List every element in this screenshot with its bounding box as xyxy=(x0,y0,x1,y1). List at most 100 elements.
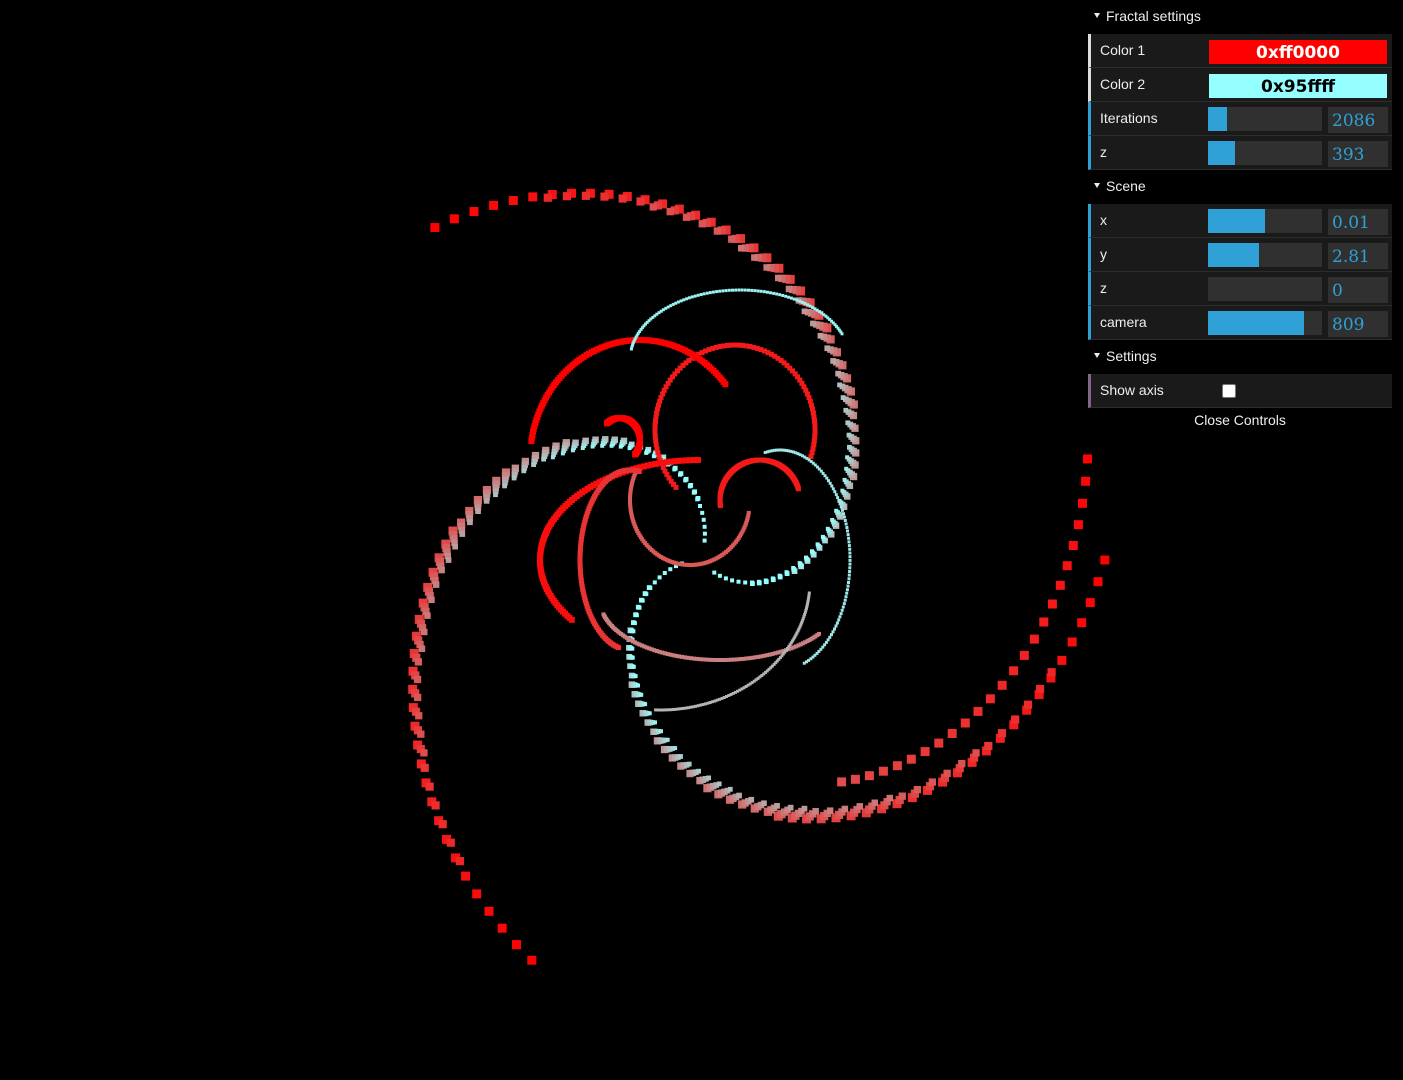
fractal-point xyxy=(817,332,824,339)
fractal-point xyxy=(679,299,683,303)
fractal-point xyxy=(972,749,980,757)
fractal-point xyxy=(756,579,761,584)
control-label: x xyxy=(1100,212,1107,228)
fractal-point xyxy=(1009,666,1019,676)
fractal-point xyxy=(483,498,490,504)
fractal-point xyxy=(837,499,841,503)
fractal-point xyxy=(845,591,849,595)
fractal-point xyxy=(848,566,852,570)
fractal-point xyxy=(812,808,819,815)
fractal-point xyxy=(848,555,852,559)
fractal-point xyxy=(892,761,902,771)
fractal-point xyxy=(418,645,426,652)
fractal-point xyxy=(847,573,851,577)
fractal-point xyxy=(695,457,701,463)
fractal-point xyxy=(636,197,645,206)
scene-x-input[interactable]: 0.01 xyxy=(1328,209,1388,235)
fractal-point xyxy=(431,801,440,810)
fractal-point xyxy=(1029,634,1039,644)
fractal-point xyxy=(1036,684,1045,694)
fractal-point xyxy=(528,192,538,202)
fractal-z-input[interactable]: 393 xyxy=(1328,141,1388,167)
fractal-point xyxy=(699,293,703,296)
fractal-point xyxy=(840,395,846,400)
fractal-point xyxy=(425,782,434,791)
camera-slider[interactable] xyxy=(1208,311,1322,335)
fractal-point xyxy=(958,760,966,768)
fractal-point xyxy=(687,484,692,489)
fractal-point xyxy=(837,382,842,388)
fractal-point xyxy=(842,512,845,516)
fractal-point xyxy=(848,570,852,573)
fractal-point xyxy=(850,774,860,784)
folder-scene[interactable]: Scene xyxy=(1088,170,1392,204)
fractal-point xyxy=(634,613,639,618)
fractal-point xyxy=(787,804,794,811)
fractal-point xyxy=(847,581,850,584)
fractal-point xyxy=(497,923,507,933)
color2-swatch[interactable]: 0x95ffff xyxy=(1208,73,1388,99)
fractal-point xyxy=(848,551,852,555)
fractal-point xyxy=(662,571,667,575)
fractal-point xyxy=(763,264,770,271)
fractal-point xyxy=(417,730,425,738)
fractal-point xyxy=(630,655,635,660)
fractal-point xyxy=(421,628,428,636)
fractal-point xyxy=(878,766,888,776)
fractal-point xyxy=(1100,555,1110,565)
slider-fill xyxy=(1208,243,1260,267)
fractal-point xyxy=(1093,577,1103,587)
fractal-point xyxy=(580,446,585,450)
fractal-point xyxy=(842,515,846,519)
fractal-point xyxy=(1073,520,1083,530)
fractal-point xyxy=(871,799,878,806)
iterations-slider[interactable] xyxy=(1208,107,1322,131)
fractal-point xyxy=(826,807,834,814)
scene-x-slider[interactable] xyxy=(1208,209,1322,233)
fractal-point xyxy=(721,289,725,293)
color1-swatch[interactable]: 0xff0000 xyxy=(1208,39,1388,65)
fractal-point xyxy=(756,289,760,293)
show-axis-checkbox[interactable] xyxy=(1222,384,1236,398)
camera-input[interactable]: 809 xyxy=(1328,311,1388,337)
scene-y-slider[interactable] xyxy=(1208,243,1322,267)
fractal-point xyxy=(750,288,754,292)
folder-fractal-settings[interactable]: Fractal settings xyxy=(1088,0,1392,34)
fractal-point xyxy=(928,778,936,786)
fractal-point xyxy=(833,490,837,494)
fractal-z-slider[interactable] xyxy=(1208,141,1322,165)
fractal-point xyxy=(472,889,482,899)
fractal-point xyxy=(631,664,636,669)
fractal-point xyxy=(830,358,836,364)
caret-down-icon xyxy=(1094,183,1100,188)
scene-z-slider[interactable] xyxy=(1208,277,1322,301)
fractal-point xyxy=(844,466,849,471)
fractal-point xyxy=(636,683,640,688)
fractal-point xyxy=(413,675,422,684)
scene-y-input[interactable]: 2.81 xyxy=(1328,243,1388,269)
fractal-point xyxy=(1081,476,1091,486)
close-controls-button[interactable]: Close Controls xyxy=(1088,408,1392,432)
fractal-point xyxy=(639,692,644,697)
fractal-point xyxy=(469,207,479,216)
fractal-point xyxy=(414,693,422,702)
scene-z-input[interactable]: 0 xyxy=(1328,277,1388,303)
iterations-input[interactable]: 2086 xyxy=(1328,107,1388,133)
fractal-point xyxy=(831,487,835,491)
fractal-point xyxy=(489,200,499,210)
fractal-point xyxy=(676,300,680,304)
fractal-point xyxy=(666,708,670,712)
fractal-point xyxy=(653,720,657,725)
fractal-point xyxy=(740,288,744,292)
fractal-point xyxy=(856,803,863,810)
fractal-point xyxy=(696,768,701,774)
fractal-point xyxy=(802,661,806,665)
fractal-point xyxy=(810,320,816,327)
fractal-point xyxy=(445,557,452,563)
fractal-point xyxy=(541,456,546,462)
fractal-point xyxy=(791,566,796,570)
fractal-point xyxy=(712,570,717,575)
folder-settings[interactable]: Settings xyxy=(1088,340,1392,374)
fractal-point xyxy=(693,294,697,298)
fractal-point xyxy=(830,484,834,488)
